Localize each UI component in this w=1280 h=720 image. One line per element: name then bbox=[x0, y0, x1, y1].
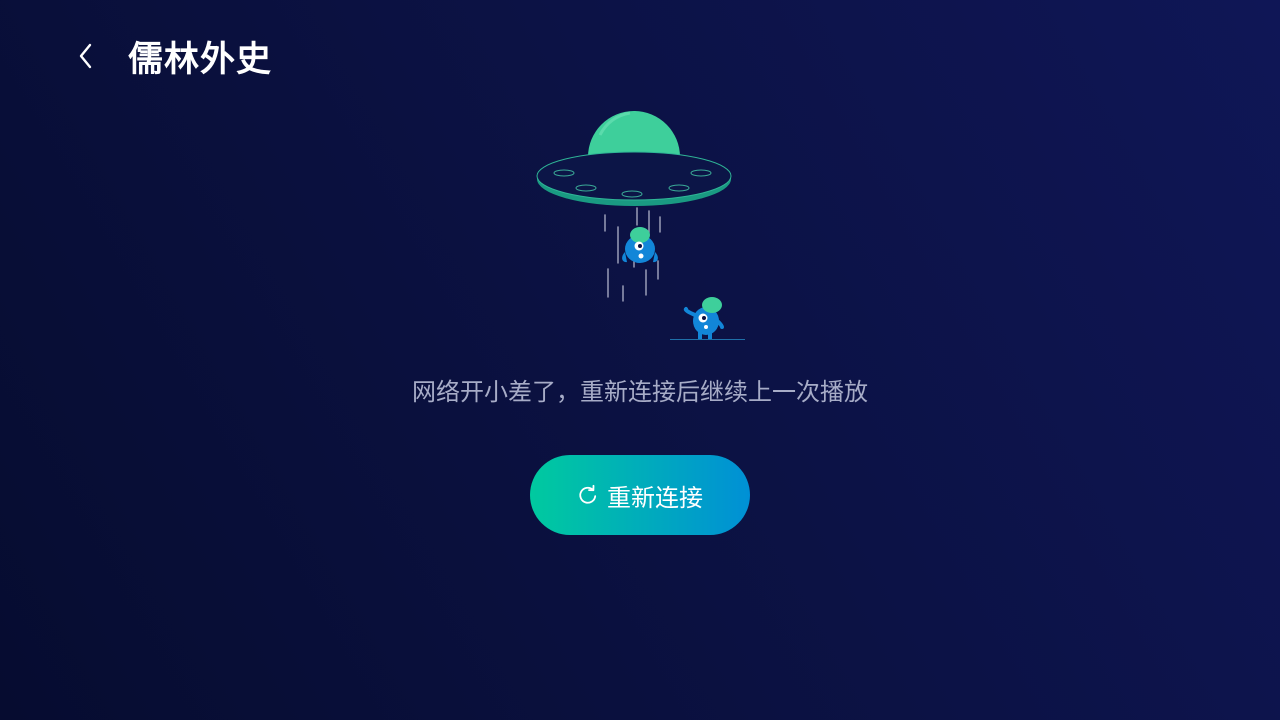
chevron-left-icon bbox=[79, 43, 92, 69]
error-message: 网络开小差了，重新连接后继续上一次播放 bbox=[412, 378, 868, 406]
refresh-icon bbox=[577, 484, 599, 506]
ufo-illustration bbox=[530, 105, 750, 345]
reconnect-button[interactable]: 重新连接 bbox=[530, 455, 750, 535]
page-title: 儒林外史 bbox=[128, 39, 273, 80]
reconnect-button-label: 重新连接 bbox=[607, 483, 703, 512]
standing-alien bbox=[670, 297, 745, 340]
floating-alien bbox=[622, 227, 658, 263]
back-button[interactable] bbox=[68, 28, 104, 84]
header: 儒林外史 bbox=[68, 28, 272, 84]
